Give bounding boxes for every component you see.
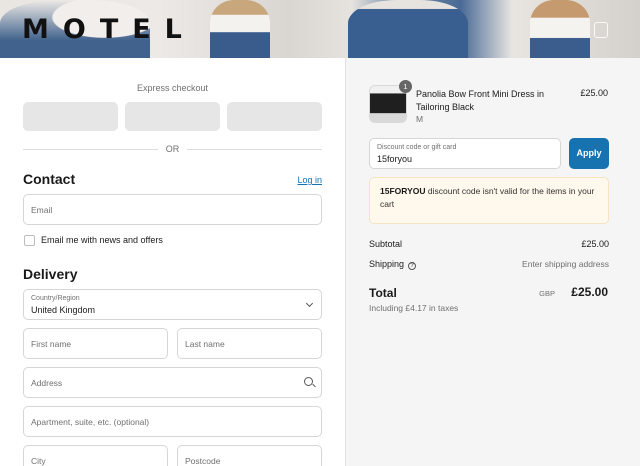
shipping-value: Enter shipping address	[522, 259, 609, 269]
search-icon	[304, 377, 313, 386]
subtotal-label: Subtotal	[369, 239, 403, 249]
postcode-field[interactable]: Postcode	[177, 445, 322, 466]
quantity-badge: 1	[399, 80, 412, 93]
bag-icon[interactable]	[594, 22, 608, 38]
alert-code: 15FORYOU	[380, 186, 426, 196]
newsletter-label: Email me with news and offers	[41, 235, 163, 245]
discount-field[interactable]: Discount code or gift card 15foryou	[369, 138, 561, 169]
shipping-row: Shipping? Enter shipping address	[369, 259, 609, 270]
subtotal-value: £25.00	[581, 239, 609, 249]
discount-value: 15foryou	[377, 154, 413, 164]
city-field[interactable]: City	[23, 445, 168, 466]
address-placeholder: Address	[31, 378, 63, 388]
chevron-down-icon	[305, 299, 314, 308]
first-name-field[interactable]: First name	[23, 328, 168, 359]
address-field[interactable]: Address	[23, 367, 322, 398]
subtotal-row: Subtotal £25.00	[369, 239, 609, 249]
divider-line	[187, 149, 322, 150]
apartment-field[interactable]: Apartment, suite, etc. (optional)	[23, 406, 322, 437]
taxes-note: Including £4.17 in taxes	[369, 303, 459, 313]
product-name: Panolia Bow Front Mini Dress in Tailorin…	[416, 89, 545, 112]
express-pay-button[interactable]	[23, 102, 118, 131]
apply-button[interactable]: Apply	[569, 138, 609, 169]
shipping-label: Shipping	[369, 259, 405, 269]
brand-logo[interactable]: MOTEL	[22, 14, 196, 45]
first-name-placeholder: First name	[31, 339, 72, 349]
header-banner: MOTEL	[0, 0, 640, 58]
order-summary: 1 Panolia Bow Front Mini Dress in Tailor…	[345, 58, 640, 466]
newsletter-checkbox[interactable]	[24, 235, 35, 246]
total-value: £25.00	[571, 285, 608, 299]
apartment-placeholder: Apartment, suite, etc. (optional)	[31, 417, 150, 427]
login-link[interactable]: Log in	[297, 175, 322, 185]
contact-title: Contact	[23, 171, 76, 187]
currency-code: GBP	[539, 289, 555, 298]
email-placeholder: Email	[31, 205, 53, 215]
banner-model-image	[530, 0, 590, 58]
banner-model-image	[348, 0, 468, 58]
banner-model-image	[210, 0, 270, 58]
product-price: £25.00	[580, 88, 608, 98]
delivery-title: Delivery	[23, 266, 78, 282]
discount-label: Discount code or gift card	[377, 144, 457, 151]
checkout-form: Express checkout OR Contact Log in Email…	[0, 58, 345, 466]
city-placeholder: City	[31, 456, 46, 466]
country-select[interactable]: Country/Region United Kingdom	[23, 289, 322, 320]
total-label: Total	[369, 286, 397, 300]
last-name-placeholder: Last name	[185, 339, 225, 349]
help-icon[interactable]: ?	[408, 262, 417, 270]
country-label: Country/Region	[31, 295, 80, 302]
express-checkout-label: Express checkout	[136, 83, 209, 93]
express-pay-button[interactable]	[125, 102, 220, 131]
product-variant: M	[416, 114, 424, 124]
discount-error-alert: 15FORYOU discount code isn't valid for t…	[369, 177, 609, 224]
country-value: United Kingdom	[31, 305, 96, 315]
last-name-field[interactable]: Last name	[177, 328, 322, 359]
or-divider: OR	[23, 143, 322, 155]
express-pay-button[interactable]	[227, 102, 322, 131]
postcode-placeholder: Postcode	[185, 456, 221, 466]
email-field[interactable]: Email	[23, 194, 322, 225]
